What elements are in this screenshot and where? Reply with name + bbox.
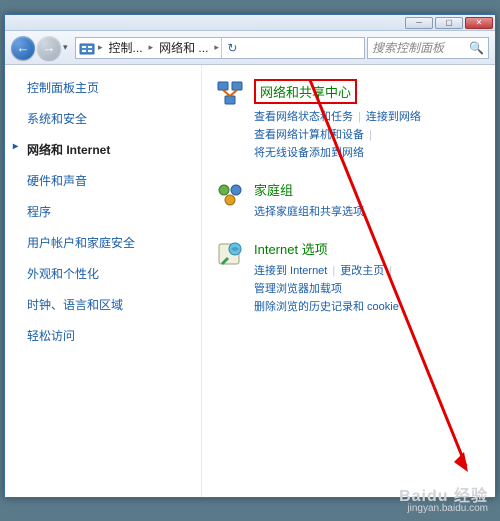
- link-view-network-status[interactable]: 查看网络状态和任务: [254, 111, 353, 123]
- link-manage-addons[interactable]: 管理浏览器加载项: [254, 283, 342, 295]
- breadcrumb[interactable]: ▸ 控制... ▸ 网络和 ... ▸ ↻: [75, 37, 365, 59]
- minimize-button[interactable]: ─: [405, 17, 433, 29]
- sidebar-item-hardware-sound[interactable]: 硬件和声音: [27, 172, 201, 189]
- search-input[interactable]: 搜索控制面板 🔍: [367, 37, 489, 59]
- back-button[interactable]: ←: [11, 36, 35, 60]
- sidebar-item-clock-language[interactable]: 时钟、语言和区域: [27, 296, 201, 313]
- link-add-wireless-device[interactable]: 将无线设备添加到网络: [254, 147, 364, 159]
- breadcrumb-arrow: ▸: [96, 42, 105, 53]
- section-internet-options: Internet 选项 连接到 Internet|更改主页|管理浏览器加载项 删…: [216, 239, 485, 316]
- link-delete-history-cookies[interactable]: 删除浏览的历史记录和 cookie: [254, 301, 399, 313]
- sidebar: 控制面板主页 系统和安全 网络和 Internet 硬件和声音 程序 用户帐户和…: [5, 65, 201, 497]
- link-connect-to-network[interactable]: 连接到网络: [366, 111, 421, 123]
- breadcrumb-segment[interactable]: 网络和 ...: [155, 39, 212, 56]
- network-sharing-center-link[interactable]: 网络和共享中心: [254, 79, 357, 104]
- network-sharing-icon: [216, 79, 248, 111]
- internet-options-link[interactable]: Internet 选项: [254, 239, 485, 258]
- breadcrumb-arrow: ▸: [147, 42, 156, 53]
- control-panel-icon: [78, 39, 96, 57]
- section-network-sharing: 网络和共享中心 查看网络状态和任务|连接到网络 查看网络计算机和设备|将无线设备…: [216, 79, 485, 162]
- sidebar-item-system-security[interactable]: 系统和安全: [27, 110, 201, 127]
- sidebar-item-network-internet[interactable]: 网络和 Internet: [27, 141, 201, 158]
- refresh-button[interactable]: ↻: [221, 37, 243, 59]
- close-button[interactable]: ✕: [465, 17, 493, 29]
- link-choose-homegroup-sharing[interactable]: 选择家庭组和共享选项: [254, 206, 364, 218]
- body: 控制面板主页 系统和安全 网络和 Internet 硬件和声音 程序 用户帐户和…: [5, 65, 495, 497]
- sidebar-item-programs[interactable]: 程序: [27, 203, 201, 220]
- link-view-network-computers[interactable]: 查看网络计算机和设备: [254, 129, 364, 141]
- watermark-url: jingyan.baidu.com: [399, 503, 488, 515]
- sidebar-item-appearance[interactable]: 外观和个性化: [27, 265, 201, 282]
- homegroup-icon: [216, 180, 248, 212]
- control-panel-window: ─ ▢ ✕ ← → ▾ ▸ 控制... ▸ 网络和 ... ▸ ↻ 搜索控制面板…: [4, 14, 496, 498]
- internet-options-icon: [216, 239, 248, 271]
- search-placeholder: 搜索控制面板: [372, 39, 444, 56]
- history-dropdown[interactable]: ▾: [63, 42, 73, 53]
- homegroup-link[interactable]: 家庭组: [254, 180, 485, 199]
- link-change-homepage[interactable]: 更改主页: [340, 265, 384, 277]
- maximize-button[interactable]: ▢: [435, 17, 463, 29]
- search-icon[interactable]: 🔍: [469, 41, 484, 55]
- link-connect-internet[interactable]: 连接到 Internet: [254, 265, 327, 277]
- titlebar: ─ ▢ ✕: [5, 15, 495, 31]
- sidebar-item-user-accounts[interactable]: 用户帐户和家庭安全: [27, 234, 201, 251]
- section-homegroup: 家庭组 选择家庭组和共享选项: [216, 180, 485, 221]
- forward-button[interactable]: →: [37, 36, 61, 60]
- breadcrumb-arrow: ▸: [212, 42, 221, 53]
- navbar: ← → ▾ ▸ 控制... ▸ 网络和 ... ▸ ↻ 搜索控制面板 🔍: [5, 31, 495, 65]
- sidebar-home-link[interactable]: 控制面板主页: [27, 79, 201, 96]
- sidebar-item-ease-of-access[interactable]: 轻松访问: [27, 327, 201, 344]
- breadcrumb-segment[interactable]: 控制...: [105, 39, 147, 56]
- main-content: 网络和共享中心 查看网络状态和任务|连接到网络 查看网络计算机和设备|将无线设备…: [201, 65, 495, 497]
